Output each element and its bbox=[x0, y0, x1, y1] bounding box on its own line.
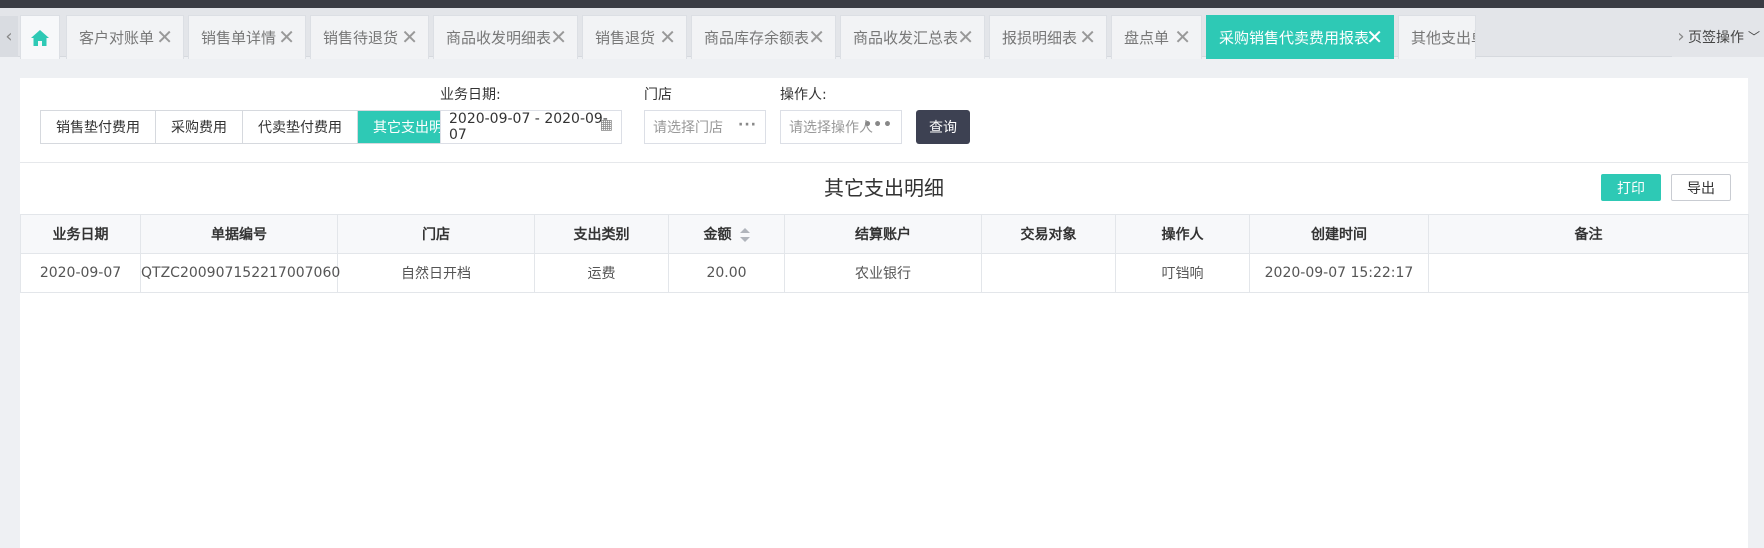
close-icon[interactable]: ✕ bbox=[1079, 27, 1096, 47]
tab-goods-io-detail[interactable]: 商品收发明细表 ✕ bbox=[433, 15, 578, 59]
print-button[interactable]: 打印 bbox=[1601, 174, 1661, 201]
tab-inventory-balance[interactable]: 商品库存余额表 ✕ bbox=[691, 15, 836, 59]
segment-consign-advance-fee[interactable]: 代卖垫付费用 bbox=[243, 111, 358, 143]
tab-other-expense[interactable]: 其他支出单 bbox=[1398, 15, 1476, 59]
close-icon[interactable]: ✕ bbox=[1174, 27, 1191, 47]
col-header-operator: 操作人 bbox=[1115, 214, 1250, 254]
expense-table: 业务日期 单据编号 门店 支出类别 金额 结算账户 交易对象 操作人 创建时间 … bbox=[20, 214, 1749, 293]
export-button[interactable]: 导出 bbox=[1671, 174, 1731, 201]
tab-label: 盘点单 bbox=[1124, 29, 1170, 47]
tab-goods-io-summary[interactable]: 商品收发汇总表 ✕ bbox=[840, 15, 985, 59]
divider bbox=[20, 162, 1748, 163]
col-header-doc-no: 单据编号 bbox=[140, 214, 338, 254]
tab-label: 商品收发明细表 bbox=[446, 29, 552, 47]
query-button[interactable]: 查询 bbox=[916, 110, 970, 144]
cell-account: 农业银行 bbox=[784, 253, 982, 293]
date-label: 业务日期: bbox=[440, 87, 501, 103]
close-icon[interactable]: ✕ bbox=[401, 27, 418, 47]
col-header-date: 业务日期 bbox=[20, 214, 141, 254]
tab-scroll-left-icon[interactable]: ‹ bbox=[0, 16, 18, 57]
cell-date: 2020-09-07 bbox=[20, 253, 141, 293]
home-icon bbox=[31, 29, 49, 46]
tab-purchase-sales-fee-report[interactable]: 采购销售代卖费用报表 ✕ bbox=[1206, 15, 1394, 59]
segment-sales-advance-fee[interactable]: 销售垫付费用 bbox=[41, 111, 156, 143]
top-bar bbox=[0, 0, 1764, 8]
operator-select[interactable]: 请选择操作人 ••• bbox=[780, 110, 902, 144]
tab-label: 销售退货 bbox=[595, 29, 656, 47]
table-row[interactable]: 2020-09-07 QTZC200907152217007060 自然日开档 … bbox=[20, 253, 1749, 293]
close-icon[interactable]: ✕ bbox=[659, 27, 676, 47]
cell-doc-no: QTZC200907152217007060 bbox=[140, 253, 340, 293]
store-label: 门店 bbox=[644, 87, 672, 103]
date-range-input[interactable]: 2020-09-07 - 2020-09-07 ▦ bbox=[440, 110, 622, 144]
cell-remark bbox=[1428, 253, 1749, 293]
cell-expense-type: 运费 bbox=[534, 253, 669, 293]
store-placeholder: 请选择门店 bbox=[653, 120, 723, 136]
col-header-amount[interactable]: 金额 bbox=[668, 214, 785, 254]
col-header-created-time: 创建时间 bbox=[1249, 214, 1429, 254]
more-dots-icon[interactable]: ··· bbox=[738, 117, 757, 133]
col-header-counterparty: 交易对象 bbox=[981, 214, 1116, 254]
operator-label: 操作人: bbox=[780, 87, 827, 103]
tab-label: 客户对账单 bbox=[79, 29, 155, 47]
tab-label: 其他支出单 bbox=[1411, 29, 1475, 47]
cell-operator: 叮铛响 bbox=[1115, 253, 1250, 293]
close-icon[interactable]: ✕ bbox=[550, 27, 567, 47]
date-range-value: 2020-09-07 - 2020-09-07 bbox=[449, 111, 608, 143]
tab-stocktake[interactable]: 盘点单 ✕ bbox=[1111, 15, 1202, 59]
table-header-row: 业务日期 单据编号 门店 支出类别 金额 结算账户 交易对象 操作人 创建时间 … bbox=[20, 214, 1749, 254]
chevron-down-icon: ﹀ bbox=[1748, 30, 1761, 44]
report-type-switch: 销售垫付费用 采购费用 代卖垫付费用 其它支出明细 bbox=[40, 110, 473, 144]
tab-label: 销售待退货 bbox=[323, 29, 399, 47]
tab-strip: ‹ 客户对账单 ✕ 销售单详情 ✕ 销售待退货 ✕ 商品收发明细表 ✕ 销售退货… bbox=[0, 8, 1764, 59]
col-header-expense-type: 支出类别 bbox=[534, 214, 669, 254]
report-panel: 销售垫付费用 采购费用 代卖垫付费用 其它支出明细 业务日期: 2020-09-… bbox=[20, 78, 1749, 548]
tab-loss-detail[interactable]: 报损明细表 ✕ bbox=[989, 15, 1107, 59]
tab-sales-pending-return[interactable]: 销售待退货 ✕ bbox=[310, 15, 429, 59]
tab-label: 商品库存余额表 bbox=[704, 29, 810, 47]
tab-label: 采购销售代卖费用报表 bbox=[1219, 29, 1370, 47]
tab-customer-statement[interactable]: 客户对账单 ✕ bbox=[66, 15, 184, 59]
calendar-icon[interactable]: ▦ bbox=[600, 117, 613, 133]
cell-store: 自然日开档 bbox=[337, 253, 535, 293]
store-select[interactable]: 请选择门店 ··· bbox=[644, 110, 766, 144]
col-header-store: 门店 bbox=[337, 214, 535, 254]
more-dots-icon[interactable]: ••• bbox=[863, 117, 893, 133]
tab-label: 报损明细表 bbox=[1002, 29, 1078, 47]
cell-counterparty bbox=[981, 253, 1116, 293]
tab-label: 销售单详情 bbox=[201, 29, 277, 47]
close-icon[interactable]: ✕ bbox=[278, 27, 295, 47]
col-header-amount-label: 金额 bbox=[703, 227, 732, 243]
tab-home[interactable] bbox=[20, 15, 60, 59]
sort-icon[interactable] bbox=[739, 228, 750, 242]
report-title: 其它支出明细 bbox=[824, 176, 944, 200]
cell-amount: 20.00 bbox=[668, 253, 785, 293]
close-icon[interactable]: ✕ bbox=[1366, 27, 1383, 47]
page-ops-label: 页签操作 bbox=[1688, 29, 1744, 46]
close-icon[interactable]: ✕ bbox=[808, 27, 825, 47]
operator-placeholder: 请选择操作人 bbox=[789, 120, 873, 136]
tab-label: 商品收发汇总表 bbox=[853, 29, 959, 47]
close-icon[interactable]: ✕ bbox=[957, 27, 974, 47]
tab-sales-return[interactable]: 销售退货 ✕ bbox=[582, 15, 687, 59]
segment-purchase-fee[interactable]: 采购费用 bbox=[156, 111, 243, 143]
cell-created-time: 2020-09-07 15:22:17 bbox=[1249, 253, 1429, 293]
col-header-remark: 备注 bbox=[1428, 214, 1749, 254]
tab-sales-order-detail[interactable]: 销售单详情 ✕ bbox=[188, 15, 306, 59]
col-header-account: 结算账户 bbox=[784, 214, 982, 254]
close-icon[interactable]: ✕ bbox=[156, 27, 173, 47]
page-ops-menu[interactable]: 页签操作 ﹀ bbox=[1688, 16, 1764, 57]
